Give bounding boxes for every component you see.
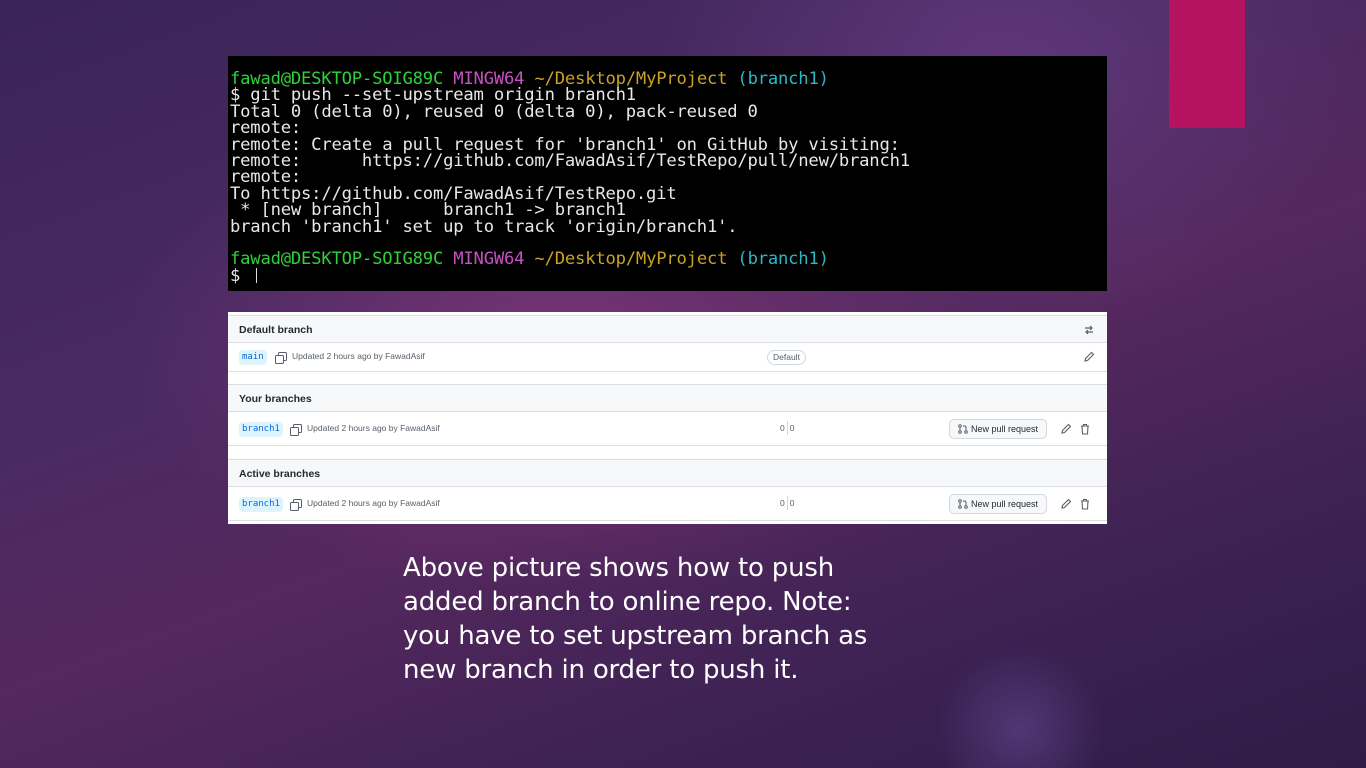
behind-count: 0 [780, 498, 785, 508]
button-label: New pull request [971, 499, 1039, 509]
terminal-screenshot: fawad@DESKTOP-SOIG89C MINGW64 ~/Desktop/… [228, 56, 1107, 291]
active-branches-header: Active branches [228, 459, 1107, 487]
terminal-line: fawad@DESKTOP-SOIG89C MINGW64 ~/Desktop/… [230, 249, 1107, 270]
behind-count: 0 [780, 423, 785, 433]
terminal-segment: MINGW64 [453, 249, 535, 270]
edit-icon[interactable] [1083, 351, 1095, 363]
slide-caption: Above picture shows how to push added br… [403, 551, 923, 687]
pull-request-icon [958, 424, 968, 434]
caption-line: you have to set upstream branch as [403, 621, 868, 651]
copy-icon[interactable] [290, 424, 302, 436]
terminal-line: remote: https://github.com/FawadAsif/Tes… [230, 150, 1107, 171]
branch-row-branch1: branch1 Updated 2 hours ago by FawadAsif… [228, 487, 1107, 521]
ahead-count: 0 [789, 498, 795, 508]
section-title: Default branch [239, 324, 313, 336]
switch-icon[interactable] [1084, 325, 1094, 335]
branch-row-main: main Updated 2 hours ago by FawadAsif De… [228, 342, 1107, 372]
terminal-segment: branch 'branch1' set up to track 'origin… [230, 216, 738, 237]
terminal-segment: Total 0 (delta 0), reused 0 (delta 0), p… [230, 101, 758, 122]
terminal-line: Total 0 (delta 0), reused 0 (delta 0), p… [230, 101, 1107, 122]
terminal-segment: fawad@DESKTOP-SOIG89C [230, 249, 454, 270]
updated-text: Updated 2 hours ago by FawadAsif [307, 423, 440, 433]
caption-line: added branch to online repo. Note: [403, 587, 852, 617]
ahead-behind-counts: 00 [780, 421, 794, 435]
branch-row-branch1: branch1 Updated 2 hours ago by FawadAsif… [228, 412, 1107, 446]
terminal-segment: (branch1) [737, 69, 829, 89]
new-pull-request-button[interactable]: New pull request [949, 419, 1047, 439]
ahead-count: 0 [789, 423, 795, 433]
button-label: New pull request [971, 424, 1039, 434]
terminal-line: $ [230, 265, 1107, 286]
terminal-line: branch 'branch1' set up to track 'origin… [230, 216, 1107, 237]
terminal-segment: $ [230, 265, 251, 286]
branch-name-link[interactable]: branch1 [239, 497, 283, 512]
new-pull-request-button[interactable]: New pull request [949, 494, 1047, 514]
branch-name-link[interactable]: main [239, 350, 267, 365]
terminal-segment: ~/Desktop/MyProject [534, 249, 738, 270]
copy-icon[interactable] [290, 499, 302, 511]
copy-icon[interactable] [275, 352, 287, 364]
terminal-segment: remote: https://github.com/FawadAsif/Tes… [230, 150, 910, 171]
updated-text: Updated 2 hours ago by FawadAsif [292, 351, 425, 361]
trash-icon[interactable] [1079, 423, 1091, 435]
terminal-cursor [256, 267, 258, 283]
section-title: Active branches [239, 468, 321, 480]
ahead-behind-counts: 00 [780, 496, 794, 510]
trash-icon[interactable] [1079, 498, 1091, 510]
caption-line: new branch in order to push it. [403, 655, 799, 685]
section-title: Your branches [239, 393, 312, 405]
terminal-segment: (branch1) [737, 249, 829, 270]
your-branches-header: Your branches [228, 384, 1107, 412]
edit-icon[interactable] [1060, 423, 1072, 435]
branch-name-link[interactable]: branch1 [239, 422, 283, 437]
edit-icon[interactable] [1060, 498, 1072, 510]
default-badge: Default [767, 350, 806, 365]
updated-text: Updated 2 hours ago by FawadAsif [307, 498, 440, 508]
accent-block [1169, 0, 1245, 128]
caption-line: Above picture shows how to push [403, 553, 835, 583]
branches-panel: Default branch main Updated 2 hours ago … [228, 312, 1107, 524]
pull-request-icon [958, 499, 968, 509]
default-branch-header: Default branch [228, 315, 1107, 343]
